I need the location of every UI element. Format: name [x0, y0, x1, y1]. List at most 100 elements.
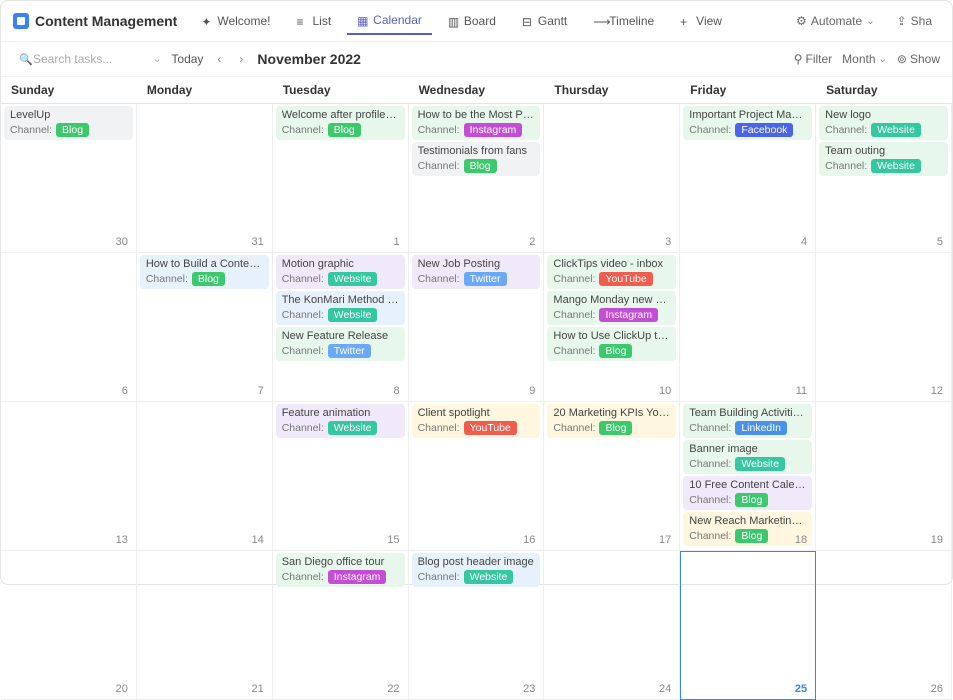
calendar-cell[interactable]: Welcome after profile sign-upChannel:Blo…: [273, 104, 409, 253]
calendar-cell[interactable]: 26: [816, 551, 952, 700]
calendar-event[interactable]: San Diego office tourChannel:Instagram: [276, 553, 405, 587]
calendar-cell[interactable]: 19: [816, 402, 952, 551]
day-number: 10: [659, 385, 671, 397]
calendar-cell[interactable]: 3: [544, 104, 680, 253]
calendar-cell[interactable]: Client spotlightChannel:YouTube16: [409, 402, 545, 551]
calendar-cell[interactable]: 20 Marketing KPIs You Need toChannel:Blo…: [544, 402, 680, 551]
calendar-event[interactable]: Team outingChannel:Website: [819, 142, 948, 176]
calendar-event[interactable]: Client spotlightChannel:YouTube: [412, 404, 541, 438]
event-title: Blog post header image: [418, 556, 535, 568]
tab-list[interactable]: ≡List: [286, 8, 341, 34]
calendar-cell[interactable]: Team Building Activities: 25 ExChannel:L…: [680, 402, 816, 551]
day-number: 19: [931, 534, 943, 546]
tab-view[interactable]: +View: [670, 8, 732, 34]
day-header: Tuesday: [273, 77, 409, 103]
calendar-event[interactable]: Important Project ManagementChannel:Face…: [683, 106, 812, 140]
calendar-event[interactable]: How to Use ClickUp to SucceedChannel:Blo…: [547, 327, 676, 361]
day-header: Thursday: [544, 77, 680, 103]
chevron-down-icon[interactable]: ⌄: [153, 54, 161, 65]
calendar-cell[interactable]: 24: [544, 551, 680, 700]
calendar-cell[interactable]: Motion graphicChannel:WebsiteThe KonMari…: [273, 253, 409, 402]
calendar-event[interactable]: Welcome after profile sign-upChannel:Blo…: [276, 106, 405, 140]
calendar-event[interactable]: New logoChannel:Website: [819, 106, 948, 140]
automate-label: Automate: [811, 14, 862, 28]
tab-gantt[interactable]: ⊟Gantt: [512, 8, 577, 34]
today-button[interactable]: Today: [171, 52, 203, 66]
calendar-cell[interactable]: Feature animationChannel:Website15: [273, 402, 409, 551]
channel-label: Channel:: [825, 124, 867, 136]
calendar-event[interactable]: How to Build a Content CreationChannel:B…: [140, 255, 269, 289]
calendar-cell[interactable]: 13: [1, 402, 137, 551]
channel-chip: Twitter: [464, 272, 507, 286]
tab-timeline[interactable]: ⟶Timeline: [583, 8, 664, 34]
calendar-cell[interactable]: 31: [137, 104, 273, 253]
calendar-event[interactable]: 20 Marketing KPIs You Need toChannel:Blo…: [547, 404, 676, 438]
search-input[interactable]: [13, 48, 153, 70]
chevron-down-icon: ⌄: [879, 54, 887, 65]
robot-icon: ⚙: [796, 14, 807, 28]
calendar-event[interactable]: Blog post header imageChannel:Website: [412, 553, 541, 587]
day-number: 8: [393, 385, 399, 397]
list-icon: ≡: [296, 15, 308, 27]
calendar-cell[interactable]: Blog post header imageChannel:Website23: [409, 551, 545, 700]
event-title: New logo: [825, 109, 942, 121]
calendar-cell[interactable]: Important Project ManagementChannel:Face…: [680, 104, 816, 253]
day-number: 1: [393, 236, 399, 248]
channel-label: Channel:: [689, 494, 731, 506]
channel-chip: Blog: [735, 529, 768, 543]
calendar-event[interactable]: ClickTips video - inboxChannel:YouTube: [547, 255, 676, 289]
calendar-event[interactable]: Motion graphicChannel:Website: [276, 255, 405, 289]
share-button[interactable]: ⇪ Sha: [889, 10, 940, 32]
search-icon: 🔍: [19, 53, 33, 66]
tab-label: View: [696, 14, 722, 28]
calendar-event[interactable]: New Job PostingChannel:Twitter: [412, 255, 541, 289]
calendar-cell[interactable]: How to be the Most ProductiveChannel:Ins…: [409, 104, 545, 253]
channel-label: Channel:: [282, 422, 324, 434]
calendar-cell[interactable]: 20: [1, 551, 137, 700]
calendar-event[interactable]: Feature animationChannel:Website: [276, 404, 405, 438]
calendar-event[interactable]: Team Building Activities: 25 ExChannel:L…: [683, 404, 812, 438]
day-number: 24: [659, 683, 671, 695]
event-title: San Diego office tour: [282, 556, 399, 568]
event-title: 20 Marketing KPIs You Need to: [553, 407, 670, 419]
automate-button[interactable]: ⚙ Automate ⌄: [788, 10, 883, 32]
calendar-cell[interactable]: 21: [137, 551, 273, 700]
prev-month-button[interactable]: ‹: [213, 52, 225, 66]
calendar-event[interactable]: New Feature ReleaseChannel:Twitter: [276, 327, 405, 361]
channel-chip: Blog: [464, 159, 497, 173]
event-title: Motion graphic: [282, 258, 399, 270]
calendar-cell[interactable]: 14: [137, 402, 273, 551]
calendar-cell[interactable]: New logoChannel:WebsiteTeam outingChanne…: [816, 104, 952, 253]
tab-label: Board: [464, 14, 496, 28]
calendar-event[interactable]: How to be the Most ProductiveChannel:Ins…: [412, 106, 541, 140]
tab-board[interactable]: ▥Board: [438, 8, 506, 34]
calendar-cell[interactable]: 6: [1, 253, 137, 402]
channel-chip: Blog: [599, 344, 632, 358]
day-number: 5: [937, 236, 943, 248]
show-button[interactable]: ⊚Show: [897, 52, 940, 66]
calendar-cell[interactable]: 25: [680, 551, 816, 700]
calendar-cell[interactable]: LevelUpChannel:Blog30: [1, 104, 137, 253]
calendar-cell[interactable]: San Diego office tourChannel:Instagram22: [273, 551, 409, 700]
calendar-event[interactable]: New Reach Marketing: How ClickUpChannel:…: [683, 512, 812, 546]
tab-welcome[interactable]: ✦Welcome!: [191, 8, 280, 34]
channel-label: Channel:: [418, 160, 460, 172]
calendar-cell[interactable]: 11: [680, 253, 816, 402]
calendar-event[interactable]: Mango Monday new employeeChannel:Instagr…: [547, 291, 676, 325]
filter-button[interactable]: ⚲Filter: [794, 52, 832, 66]
tab-calendar[interactable]: ▦Calendar: [347, 7, 432, 35]
event-title: How to Use ClickUp to Succeed: [553, 330, 670, 342]
calendar-event[interactable]: LevelUpChannel:Blog: [4, 106, 133, 140]
next-month-button[interactable]: ›: [235, 52, 247, 66]
calendar-event[interactable]: Testimonials from fansChannel:Blog: [412, 142, 541, 176]
calendar-grid: LevelUpChannel:Blog3031Welcome after pro…: [1, 104, 952, 700]
calendar-event[interactable]: Banner imageChannel:Website: [683, 440, 812, 474]
calendar-cell[interactable]: New Job PostingChannel:Twitter9: [409, 253, 545, 402]
calendar-cell[interactable]: How to Build a Content CreationChannel:B…: [137, 253, 273, 402]
calendar-event[interactable]: 10 Free Content Calendar TemplatesChanne…: [683, 476, 812, 510]
calendar-event[interactable]: The KonMari Method for ProjectChannel:We…: [276, 291, 405, 325]
period-button[interactable]: Month⌄: [842, 52, 887, 66]
calendar-cell[interactable]: 12: [816, 253, 952, 402]
calendar-cell[interactable]: ClickTips video - inboxChannel:YouTubeMa…: [544, 253, 680, 402]
event-title: How to Build a Content Creation: [146, 258, 263, 270]
